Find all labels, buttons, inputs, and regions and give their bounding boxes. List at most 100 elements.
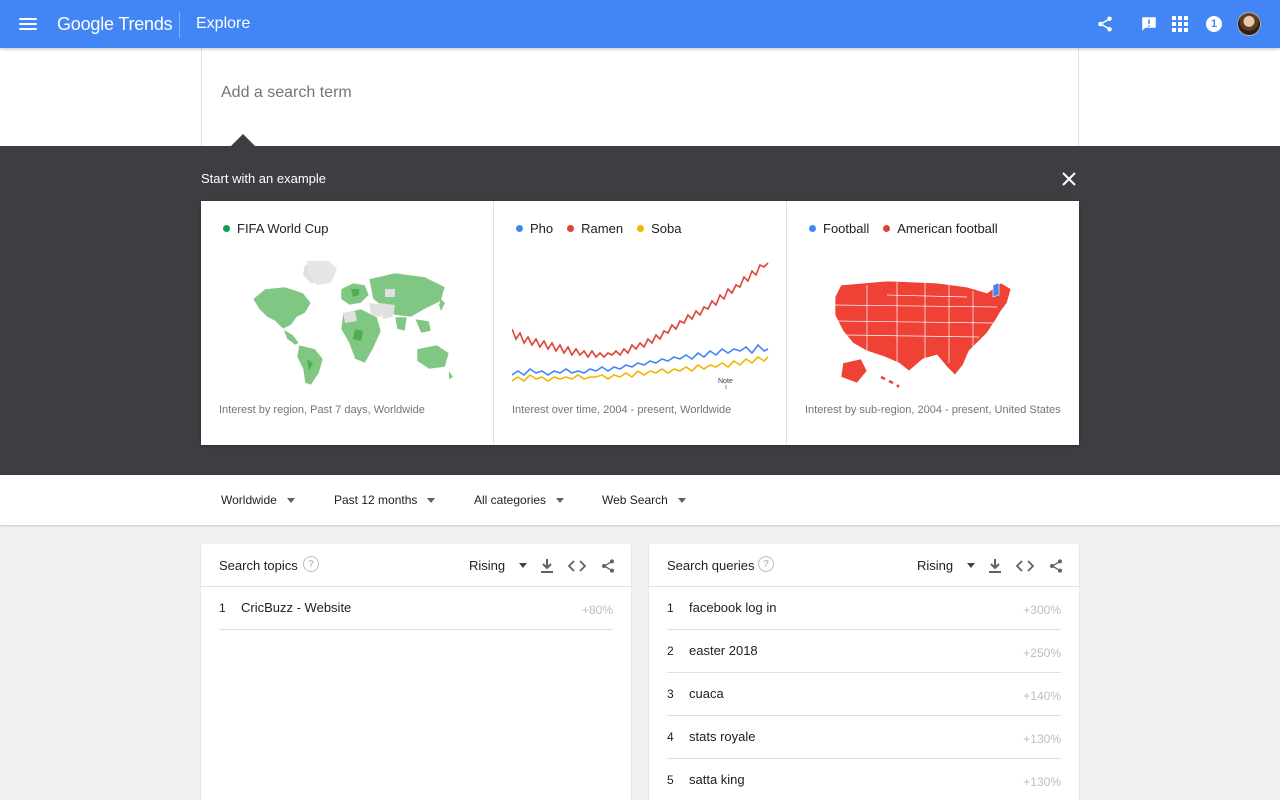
panel-title: Search topics: [219, 558, 298, 573]
legend-dot: [637, 225, 645, 232]
header-divider: [179, 12, 180, 38]
search-queries-panel: Search queries ? Rising 1 facebook log i…: [649, 544, 1079, 800]
search-input[interactable]: [221, 84, 921, 102]
sort-dropdown[interactable]: Rising: [917, 558, 976, 573]
chevron-down-icon: [556, 497, 565, 503]
chevron-down-icon: [967, 563, 976, 568]
table-row[interactable]: 2 easter 2018 +250%: [667, 630, 1061, 673]
pho-line: [512, 343, 769, 377]
row-label: CricBuzz - Website: [241, 600, 352, 615]
share-icon[interactable]: [599, 557, 617, 575]
legend-dot: [223, 225, 230, 232]
legend-label: Ramen: [581, 221, 624, 236]
legend-label: Pho: [530, 221, 554, 236]
search-card: [201, 48, 1079, 146]
table-row[interactable]: 3 cuaca +140%: [667, 673, 1061, 716]
row-label: satta king: [689, 772, 745, 787]
chevron-down-icon: [286, 497, 295, 503]
embed-icon[interactable]: [568, 557, 586, 575]
examples-panel: Start with an example FIFA World Cup Int…: [0, 146, 1280, 475]
share-icon[interactable]: [1047, 557, 1065, 575]
panel-header: Search queries ? Rising: [649, 544, 1079, 587]
help-icon[interactable]: ?: [303, 556, 319, 572]
row-value: +140%: [1023, 689, 1061, 703]
legend-dot: [883, 225, 891, 232]
row-label: facebook log in: [689, 600, 777, 615]
interest-line-chart: Note: [512, 262, 769, 389]
card-caption: Interest by sub-region, 2004 - present, …: [805, 404, 1061, 416]
region-filter-label: Worldwide: [221, 493, 277, 507]
time-filter-label: Past 12 months: [334, 493, 418, 507]
example-card-football[interactable]: Football American football Interest by s…: [787, 201, 1079, 445]
legend-dot: [809, 225, 816, 232]
avatar[interactable]: [1237, 12, 1261, 36]
table-row[interactable]: 1 facebook log in +300%: [667, 587, 1061, 630]
row-index: 5: [667, 773, 674, 787]
row-index: 1: [667, 601, 674, 615]
example-card-noodles[interactable]: Pho Ramen Soba Note Interest over time, …: [494, 201, 787, 445]
legend-label: American football: [897, 221, 998, 236]
table-row[interactable]: 4 stats royale +130%: [667, 716, 1061, 759]
top-app-bar: Google Trends Explore 1: [0, 0, 1280, 48]
feedback-icon[interactable]: [1138, 13, 1160, 35]
card-legend: Pho Ramen Soba: [516, 221, 681, 236]
chevron-down-icon: [427, 497, 436, 503]
row-index: 4: [667, 730, 674, 744]
legend-dot: [516, 225, 523, 232]
category-filter[interactable]: All categories: [474, 493, 565, 507]
property-filter-label: Web Search: [602, 493, 668, 507]
table-row[interactable]: 1 CricBuzz - Website +80%: [219, 587, 613, 630]
download-icon[interactable]: [538, 557, 556, 575]
region-filter[interactable]: Worldwide: [221, 493, 295, 507]
card-legend: FIFA World Cup: [223, 221, 329, 236]
row-value: +80%: [581, 603, 613, 617]
row-index: 2: [667, 644, 674, 658]
notification-badge[interactable]: 1: [1206, 16, 1222, 32]
card-caption: Interest by region, Past 7 days, Worldwi…: [219, 404, 425, 416]
sort-label: Rising: [917, 558, 954, 573]
chevron-down-icon: [519, 563, 528, 568]
sort-dropdown[interactable]: Rising: [469, 558, 528, 573]
property-filter[interactable]: Web Search: [602, 493, 686, 507]
row-value: +300%: [1023, 603, 1061, 617]
embed-icon[interactable]: [1016, 557, 1034, 575]
card-legend: Football American football: [809, 221, 998, 236]
chart-note: Note: [718, 378, 733, 385]
example-cards: FIFA World Cup Interest by region, Past …: [201, 201, 1079, 445]
category-filter-label: All categories: [474, 493, 547, 507]
table-row[interactable]: 5 satta king +130%: [667, 759, 1061, 800]
sort-label: Rising: [469, 558, 506, 573]
row-label: stats royale: [689, 729, 756, 744]
page-title: Explore: [196, 15, 251, 32]
panel-title: Search queries: [667, 558, 755, 573]
apps-grid-icon[interactable]: [1169, 13, 1191, 35]
filter-bar: Worldwide Past 12 months All categories …: [0, 475, 1280, 525]
help-icon[interactable]: ?: [758, 556, 774, 572]
time-filter[interactable]: Past 12 months: [334, 493, 436, 507]
world-map: [252, 261, 453, 386]
legend-label: Soba: [651, 221, 682, 236]
menu-icon[interactable]: [16, 12, 40, 36]
legend-dot: [567, 225, 575, 232]
row-index: 3: [667, 687, 674, 701]
close-icon[interactable]: [1062, 172, 1076, 186]
row-label: cuaca: [689, 686, 724, 701]
examples-title: Start with an example: [201, 171, 327, 186]
row-value: +250%: [1023, 646, 1061, 660]
row-value: +130%: [1023, 775, 1061, 789]
download-icon[interactable]: [986, 557, 1004, 575]
legend-label: Football: [823, 221, 870, 236]
examples-pointer: [231, 134, 255, 146]
ramen-line: [512, 262, 769, 359]
search-topics-panel: Search topics ? Rising 1 CricBuzz - Webs…: [201, 544, 631, 800]
row-index: 1: [219, 601, 226, 615]
row-value: +130%: [1023, 732, 1061, 746]
share-icon[interactable]: [1094, 13, 1116, 35]
panel-header: Search topics ? Rising: [201, 544, 631, 587]
card-caption: Interest over time, 2004 - present, Worl…: [512, 404, 732, 416]
example-card-fifa[interactable]: FIFA World Cup Interest by region, Past …: [201, 201, 494, 445]
us-map: [834, 280, 1012, 388]
google-trends-logo[interactable]: Google Trends: [57, 12, 173, 36]
chevron-down-icon: [677, 497, 686, 503]
row-label: easter 2018: [689, 643, 758, 658]
